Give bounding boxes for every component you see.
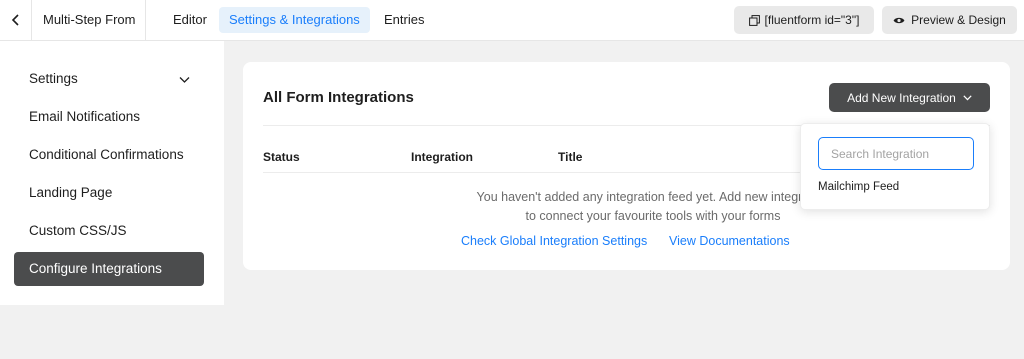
integration-dropdown: Mailchimp Feed bbox=[800, 123, 990, 210]
top-bar: Multi-Step From Editor Settings & Integr… bbox=[0, 0, 1024, 41]
sidebar-item-conditional-confirmations[interactable]: Conditional Confirmations bbox=[14, 138, 204, 172]
add-new-integration-label: Add New Integration bbox=[847, 90, 956, 105]
back-button[interactable] bbox=[0, 0, 32, 40]
form-name: Multi-Step From bbox=[33, 0, 146, 40]
tab-entries[interactable]: Entries bbox=[374, 7, 434, 33]
chevron-down-icon bbox=[179, 77, 190, 83]
chevron-down-icon bbox=[963, 94, 972, 100]
column-header-integration: Integration bbox=[411, 150, 473, 164]
shortcode-text: [fluentform id="3"] bbox=[764, 13, 860, 27]
search-integration-input[interactable] bbox=[818, 137, 974, 170]
sidebar-item-custom-css-js[interactable]: Custom CSS/JS bbox=[14, 214, 204, 248]
column-header-status: Status bbox=[263, 150, 300, 164]
sidebar-item-label: Settings bbox=[29, 71, 78, 86]
tab-settings-integrations[interactable]: Settings & Integrations bbox=[219, 7, 370, 33]
page-title: All Form Integrations bbox=[263, 89, 414, 106]
preview-design-label: Preview & Design bbox=[911, 13, 1006, 27]
preview-design-button[interactable]: Preview & Design bbox=[882, 6, 1017, 34]
add-new-integration-button[interactable]: Add New Integration bbox=[829, 83, 990, 112]
column-header-title: Title bbox=[558, 150, 583, 164]
sidebar-item-configure-integrations[interactable]: Configure Integrations bbox=[14, 252, 204, 286]
view-documentations-link[interactable]: View Documentations bbox=[669, 234, 790, 248]
sidebar-item-settings[interactable]: Settings bbox=[14, 62, 204, 96]
eye-icon bbox=[893, 17, 905, 23]
copy-icon bbox=[748, 14, 760, 26]
chevron-left-icon bbox=[11, 14, 19, 26]
shortcode-button[interactable]: [fluentform id="3"] bbox=[734, 6, 874, 34]
settings-sidebar: Settings Email Notifications Conditional… bbox=[0, 41, 224, 305]
sidebar-item-landing-page[interactable]: Landing Page bbox=[14, 176, 204, 210]
sidebar-item-email-notifications[interactable]: Email Notifications bbox=[14, 100, 204, 134]
tab-editor[interactable]: Editor bbox=[163, 7, 217, 33]
global-integration-settings-link[interactable]: Check Global Integration Settings bbox=[461, 234, 647, 248]
dropdown-item-mailchimp-feed[interactable]: Mailchimp Feed bbox=[818, 181, 899, 193]
